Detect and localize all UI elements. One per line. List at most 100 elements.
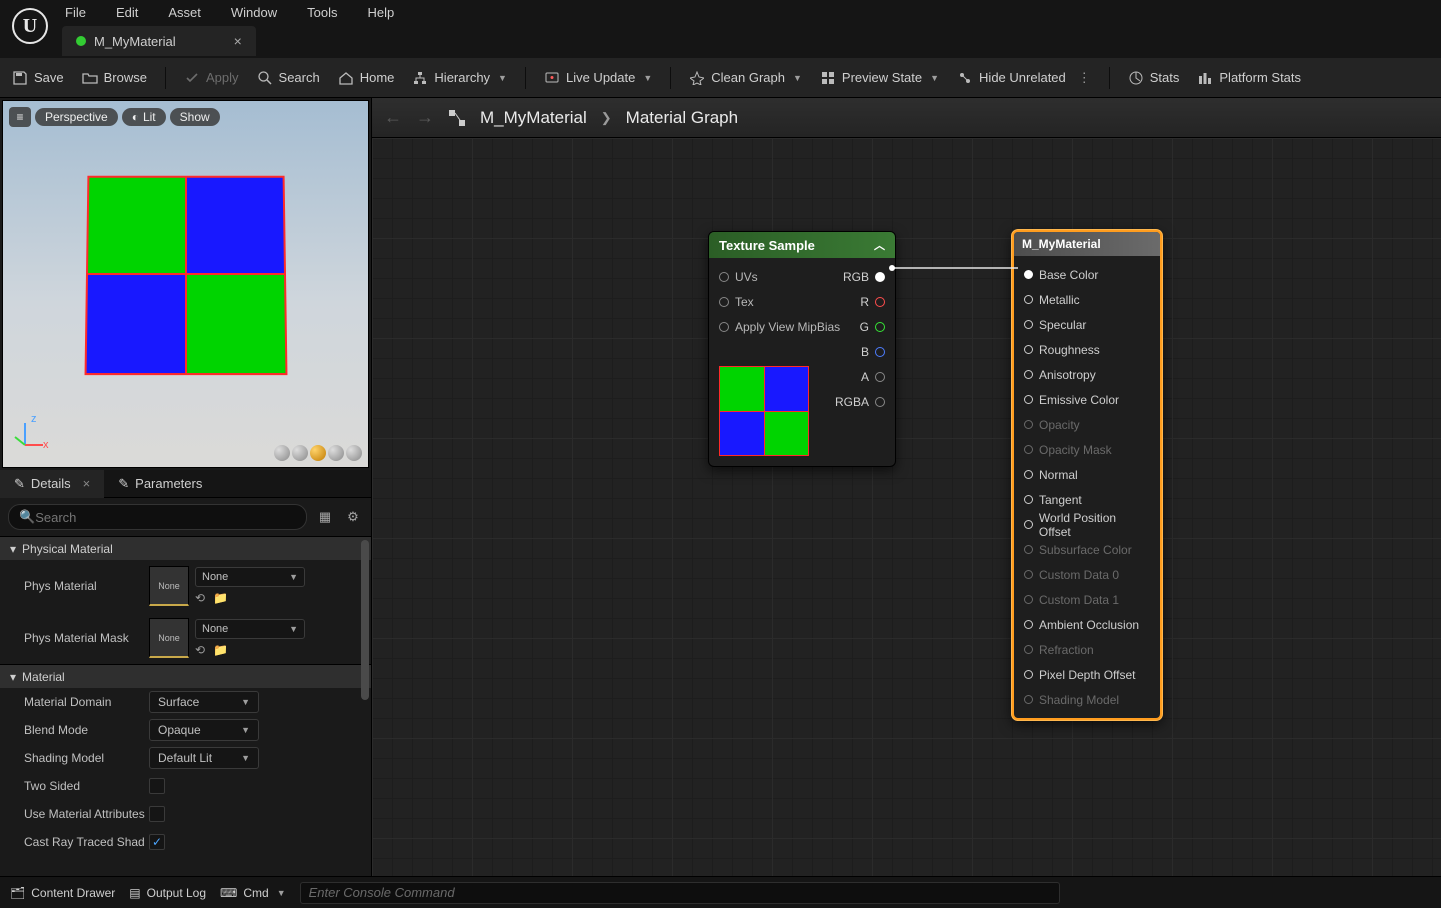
pin-dot[interactable] <box>1024 395 1033 404</box>
menu-asset[interactable]: Asset <box>168 5 201 20</box>
pin-dot[interactable] <box>1024 595 1033 604</box>
pin-dot[interactable] <box>1024 345 1033 354</box>
pin-opacity[interactable]: Opacity <box>1014 412 1160 437</box>
material-preview-viewport[interactable]: ≡ Perspective ◐Lit Show z x <box>2 100 369 468</box>
shading-model-dropdown[interactable]: Default Lit▼ <box>149 747 259 769</box>
use-selected-icon[interactable]: ⟲ <box>195 643 205 657</box>
pin-metallic[interactable]: Metallic <box>1014 287 1160 312</box>
output-log-button[interactable]: ▤Output Log <box>129 886 206 900</box>
scrollbar-thumb[interactable] <box>361 540 369 700</box>
tab-parameters[interactable]: ✎ Parameters <box>104 470 216 498</box>
pin-dot[interactable] <box>1024 420 1033 429</box>
search-button[interactable]: Search <box>257 70 320 86</box>
pin-pixel-depth-offset[interactable]: Pixel Depth Offset <box>1014 662 1160 687</box>
gear-icon[interactable]: ⚙ <box>343 507 363 527</box>
collapse-icon[interactable]: ︿ <box>874 237 885 253</box>
graph-wire[interactable] <box>888 263 1022 273</box>
view-lit-pill[interactable]: ◐Lit <box>122 108 166 126</box>
nav-back-button[interactable]: ← <box>384 107 402 128</box>
stats-button[interactable]: Stats <box>1128 70 1180 86</box>
menu-help[interactable]: Help <box>367 5 394 20</box>
browse-button[interactable]: Browse <box>82 70 147 86</box>
view-perspective-pill[interactable]: Perspective <box>35 108 118 126</box>
pin-tangent[interactable]: Tangent <box>1014 487 1160 512</box>
node-material-output[interactable]: M_MyMaterial Base ColorMetallicSpecularR… <box>1012 230 1162 720</box>
details-search-input[interactable]: 🔍 <box>8 504 307 530</box>
preview-shape-selector[interactable] <box>274 445 362 461</box>
asset-thumbnail[interactable]: None <box>149 618 189 658</box>
pin-dot[interactable] <box>1024 445 1033 454</box>
pin-dot[interactable] <box>1024 645 1033 654</box>
use-selected-icon[interactable]: ⟲ <box>195 591 205 605</box>
material-domain-dropdown[interactable]: Surface▼ <box>149 691 259 713</box>
cmd-selector-button[interactable]: ⌨Cmd▼ <box>220 886 286 900</box>
node-texture-sample[interactable]: Texture Sample︿ UVs RGB Tex R Apply View… <box>708 231 896 467</box>
pin-opacity-mask[interactable]: Opacity Mask <box>1014 437 1160 462</box>
kebab-icon[interactable]: ⋮ <box>1078 70 1091 86</box>
nav-forward-button[interactable]: → <box>416 107 434 128</box>
platform-stats-button[interactable]: Platform Stats <box>1197 70 1301 86</box>
asset-dropdown[interactable]: None▼ <box>195 567 305 587</box>
pin-dot[interactable] <box>1024 620 1033 629</box>
pin-dot[interactable] <box>1024 545 1033 554</box>
menu-file[interactable]: File <box>65 5 86 20</box>
browse-to-icon[interactable]: 📁 <box>213 643 228 657</box>
pin-dot[interactable] <box>1024 270 1033 279</box>
pin-out-b[interactable] <box>875 347 885 357</box>
pin-out-rgba[interactable] <box>875 397 885 407</box>
hierarchy-button[interactable]: Hierarchy▼ <box>412 70 507 86</box>
console-command-input[interactable]: Enter Console Command <box>300 882 1060 904</box>
pin-in-mipbias[interactable] <box>719 322 729 332</box>
pin-normal[interactable]: Normal <box>1014 462 1160 487</box>
pin-dot[interactable] <box>1024 320 1033 329</box>
pin-subsurface-color[interactable]: Subsurface Color <box>1014 537 1160 562</box>
menu-tools[interactable]: Tools <box>307 5 337 20</box>
home-button[interactable]: Home <box>338 70 395 86</box>
close-icon[interactable]: × <box>234 33 242 49</box>
pin-world-position-offset[interactable]: World Position Offset <box>1014 512 1160 537</box>
pin-refraction[interactable]: Refraction <box>1014 637 1160 662</box>
content-drawer-button[interactable]: 🗂Content Drawer <box>10 886 115 900</box>
pin-anisotropy[interactable]: Anisotropy <box>1014 362 1160 387</box>
material-graph-canvas[interactable]: Texture Sample︿ UVs RGB Tex R Apply View… <box>372 138 1441 876</box>
pin-dot[interactable] <box>1024 370 1033 379</box>
hide-unrelated-button[interactable]: Hide Unrelated ⋮ <box>957 70 1091 86</box>
pin-custom-data-0[interactable]: Custom Data 0 <box>1014 562 1160 587</box>
grid-view-icon[interactable]: ▦ <box>315 507 335 527</box>
browse-to-icon[interactable]: 📁 <box>213 591 228 605</box>
live-update-button[interactable]: Live Update▼ <box>544 70 652 86</box>
pin-out-a[interactable] <box>875 372 885 382</box>
pin-emissive-color[interactable]: Emissive Color <box>1014 387 1160 412</box>
cast-ray-traced-checkbox[interactable] <box>149 834 165 850</box>
document-tab[interactable]: M_MyMaterial × <box>62 26 256 56</box>
pin-dot[interactable] <box>1024 570 1033 579</box>
apply-button[interactable]: Apply <box>184 70 239 86</box>
pin-dot[interactable] <box>1024 695 1033 704</box>
menu-window[interactable]: Window <box>231 5 277 20</box>
pin-dot[interactable] <box>1024 495 1033 504</box>
save-button[interactable]: Save <box>12 70 64 86</box>
pin-in-tex[interactable] <box>719 297 729 307</box>
preview-state-button[interactable]: Preview State▼ <box>820 70 939 86</box>
pin-out-rgb[interactable] <box>875 272 885 282</box>
section-material[interactable]: ▾Material <box>0 664 371 688</box>
section-physical-material[interactable]: ▾Physical Material <box>0 536 371 560</box>
pin-custom-data-1[interactable]: Custom Data 1 <box>1014 587 1160 612</box>
pin-shading-model[interactable]: Shading Model <box>1014 687 1160 712</box>
breadcrumb-page[interactable]: Material Graph <box>626 108 738 128</box>
pin-dot[interactable] <box>1024 470 1033 479</box>
blend-mode-dropdown[interactable]: Opaque▼ <box>149 719 259 741</box>
pin-dot[interactable] <box>1024 520 1033 529</box>
search-field[interactable] <box>35 510 296 525</box>
pin-dot[interactable] <box>1024 670 1033 679</box>
pin-base-color[interactable]: Base Color <box>1014 262 1160 287</box>
menu-edit[interactable]: Edit <box>116 5 138 20</box>
close-icon[interactable]: × <box>83 476 91 491</box>
pin-ambient-occlusion[interactable]: Ambient Occlusion <box>1014 612 1160 637</box>
tab-details[interactable]: ✎ Details × <box>0 470 104 498</box>
asset-dropdown[interactable]: None▼ <box>195 619 305 639</box>
asset-thumbnail[interactable]: None <box>149 566 189 606</box>
pin-specular[interactable]: Specular <box>1014 312 1160 337</box>
view-show-pill[interactable]: Show <box>170 108 220 126</box>
viewport-options-button[interactable]: ≡ <box>9 107 31 127</box>
